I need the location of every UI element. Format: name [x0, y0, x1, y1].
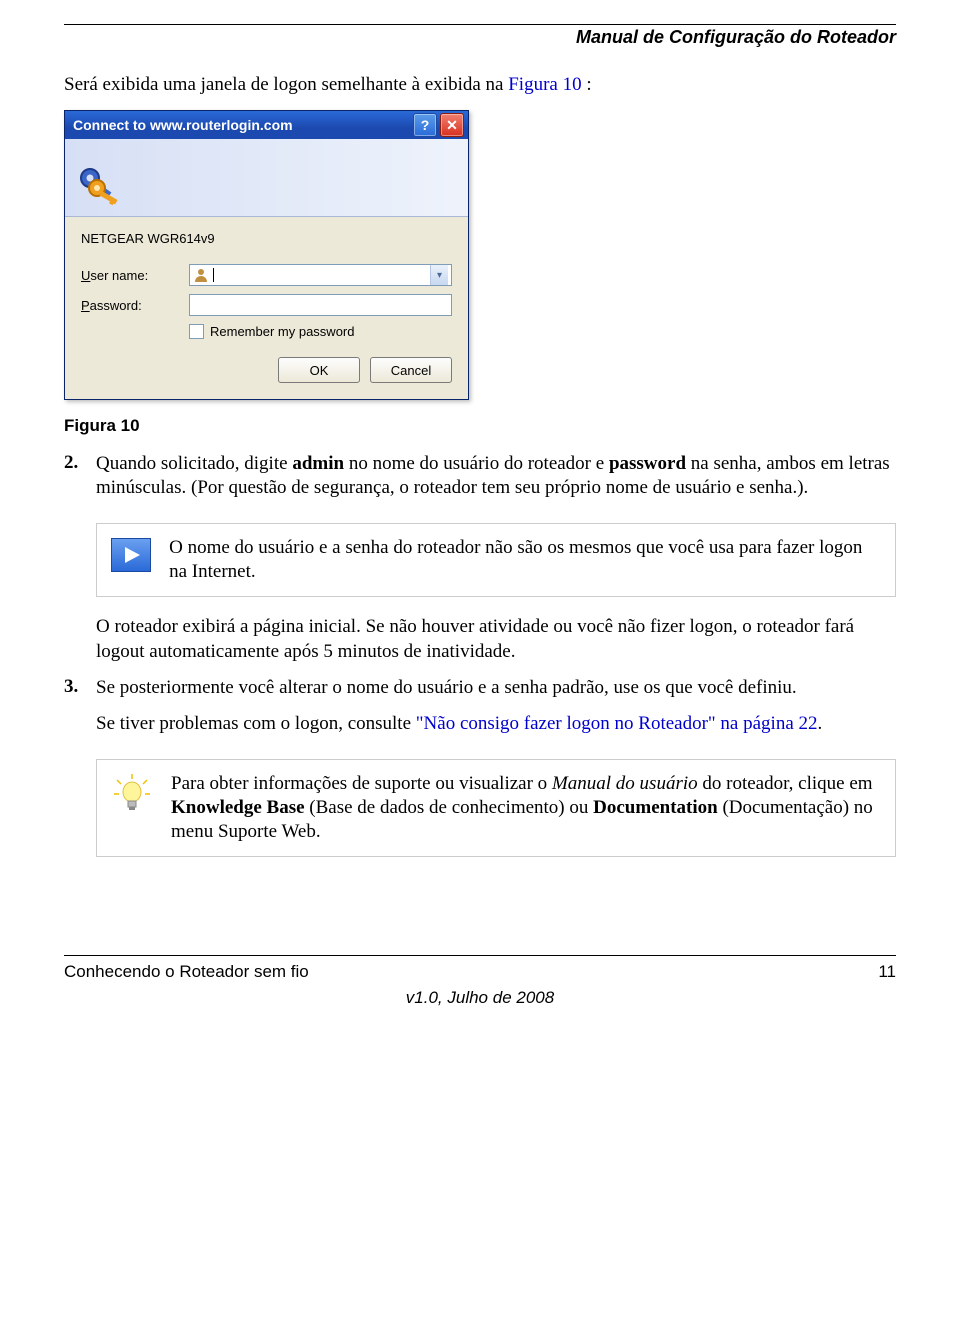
close-button[interactable]: ✕ — [440, 113, 464, 137]
step-3-line2: Se tiver problemas com o logon, consulte… — [96, 712, 822, 736]
cancel-button[interactable]: Cancel — [370, 357, 452, 383]
troubleshoot-link[interactable]: "Não consigo fazer logon no Roteador" na… — [416, 713, 818, 734]
intro-prefix: Será exibida uma janela de logon semelha… — [64, 74, 508, 95]
dialog-body: NETGEAR WGR614v9 User name: ▾ Password: … — [65, 217, 468, 399]
username-row: User name: ▾ — [81, 264, 452, 286]
dialog-title: Connect to www.routerlogin.com — [73, 117, 410, 133]
password-label: Password: — [81, 298, 189, 313]
username-label: User name: — [81, 268, 189, 283]
dialog-titlebar: Connect to www.routerlogin.com ? ✕ — [65, 111, 468, 139]
tip-text: Para obter informações de suporte ou vis… — [171, 772, 881, 845]
page-number: 11 — [878, 962, 896, 982]
step-2-text: Quando solicitado, digite admin no nome … — [96, 452, 896, 501]
keys-icon — [75, 158, 125, 208]
note-text: O nome do usuário e a senha do roteador … — [169, 536, 881, 585]
footer-section-title: Conhecendo o Roteador sem fio — [64, 962, 878, 982]
note-callout: O nome do usuário e a senha do roteador … — [96, 523, 896, 598]
dialog-banner — [65, 139, 468, 217]
password-input[interactable] — [189, 294, 452, 316]
header-rule — [64, 24, 896, 25]
footer-version: v1.0, Julho de 2008 — [64, 988, 896, 1008]
logon-dialog: Connect to www.routerlogin.com ? ✕ NE — [64, 110, 469, 400]
intro-suffix: : — [582, 74, 592, 95]
device-label: NETGEAR WGR614v9 — [81, 231, 452, 246]
intro-paragraph: Será exibida uma janela de logon semelha… — [64, 74, 896, 96]
tip-callout: Para obter informações de suporte ou vis… — [96, 759, 896, 858]
user-icon — [193, 267, 209, 283]
chevron-down-icon[interactable]: ▾ — [430, 265, 448, 285]
remember-label: Remember my password — [210, 324, 355, 339]
ok-button[interactable]: OK — [278, 357, 360, 383]
figure-caption: Figura 10 — [64, 416, 896, 436]
after-note-paragraph: O roteador exibirá a página inicial. Se … — [96, 615, 896, 664]
remember-checkbox[interactable] — [189, 324, 204, 339]
remember-row: Remember my password — [189, 324, 452, 339]
dialog-buttons: OK Cancel — [81, 357, 452, 383]
text-cursor — [213, 268, 214, 282]
password-row: Password: — [81, 294, 452, 316]
figure-ref-link[interactable]: Figura 10 — [508, 74, 581, 95]
step-number: 3. — [64, 676, 96, 749]
step-3-body: Se posteriormente você alterar o nome do… — [96, 676, 822, 749]
page-header: Manual de Configuração do Roteador — [64, 27, 896, 48]
page-footer: Conhecendo o Roteador sem fio 11 — [64, 955, 896, 982]
arrow-icon — [111, 538, 151, 572]
step-3: 3. Se posteriormente você alterar o nome… — [64, 676, 896, 749]
step-3-line1: Se posteriormente você alterar o nome do… — [96, 676, 822, 700]
lightbulb-icon — [111, 772, 153, 814]
username-input[interactable]: ▾ — [189, 264, 452, 286]
close-icon: ✕ — [446, 117, 458, 134]
help-button[interactable]: ? — [413, 113, 437, 137]
step-number: 2. — [64, 452, 96, 513]
step-2: 2. Quando solicitado, digite admin no no… — [64, 452, 896, 513]
